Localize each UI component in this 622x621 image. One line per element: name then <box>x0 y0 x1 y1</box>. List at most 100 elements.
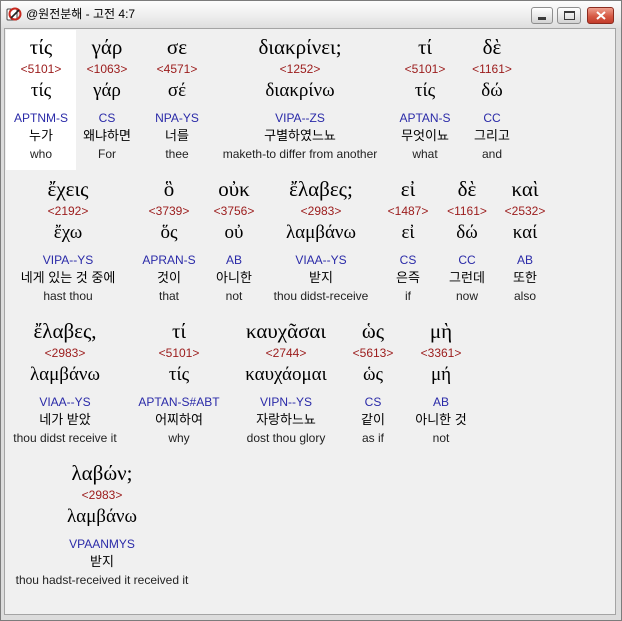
english-gloss: hast thou <box>43 289 93 303</box>
word-cell[interactable]: καὶ <2532> καί AB 또한 also <box>497 172 553 312</box>
korean-gloss: 또한 <box>513 270 537 285</box>
lemma: λαμβάνω <box>66 506 138 527</box>
english-gloss: thou didst-receive <box>273 289 369 303</box>
parsing-code: VIPN--YS <box>259 395 312 409</box>
word-cell[interactable]: δὲ <1161> δώ CC 그런데 now <box>439 172 495 312</box>
greek-word: τί <box>417 35 433 59</box>
greek-word: δὲ <box>457 177 477 201</box>
word-cell[interactable]: λαβών; <2983> λαμβάνω VPAANMYS 받지 thou h… <box>4 456 200 596</box>
parsing-code: AB <box>432 395 449 409</box>
close-icon <box>596 11 606 20</box>
word-cell[interactable]: ὃ <3739> ὅς APRAN-S 것이 that <box>134 172 204 312</box>
korean-gloss: 그런데 <box>449 270 485 285</box>
word-cell[interactable]: τί <5101> τίς APTAN-S 무엇이뇨 what <box>390 30 460 170</box>
english-gloss: now <box>455 289 478 303</box>
parsing-code: VIPA--YS <box>42 253 94 267</box>
word-cell[interactable]: εἰ <1487> εἰ CS 은즉 if <box>383 172 433 312</box>
word-cell[interactable]: ὡς <5613> ὡς CS 같이 as if <box>351 314 395 454</box>
strongs-number: <2532> <box>504 204 546 218</box>
word-cell[interactable]: καυχᾶσαι <2744> καυχάομαι VIPN--YS 자랑하느뇨… <box>236 314 336 454</box>
greek-word: ἔχεις <box>47 177 89 201</box>
greek-word: τί <box>171 319 187 343</box>
word-cell[interactable]: ἔλαβες, <2983> λαμβάνω VIAA--YS 네가 받았 th… <box>5 314 125 454</box>
parsing-code: VPAANMYS <box>69 537 135 551</box>
parsing-code: VIAA--YS <box>295 253 347 267</box>
lemma: δώ <box>456 222 478 243</box>
word-cell[interactable]: γάρ <1063> γάρ CS 왜냐하면 For <box>75 30 139 170</box>
korean-gloss: 누가 <box>29 128 53 143</box>
strongs-number: <2192> <box>47 204 89 218</box>
parsing-code: VIAA--YS <box>39 395 91 409</box>
verse-line: τίς <5101> τίς APTNM-S 누가 who γάρ <1063>… <box>4 30 616 170</box>
verse-line: ἔλαβες, <2983> λαμβάνω VIAA--YS 네가 받았 th… <box>4 314 616 454</box>
lemma: εἰ <box>401 222 415 243</box>
strongs-number: <1487> <box>387 204 429 218</box>
word-cell[interactable]: ἔχεις <2192> ἔχω VIPA--YS 네게 있는 것 중에 has… <box>7 172 129 312</box>
title-bar[interactable]: @원전분해 - 고전 4:7 <box>1 1 621 28</box>
parsing-code: APTAN-S <box>399 111 451 125</box>
word-cell[interactable]: οὐκ <3756> οὐ AB 아니한 not <box>204 172 264 312</box>
greek-word: δὲ <box>482 35 502 59</box>
english-gloss: if <box>405 289 411 303</box>
lemma: τίς <box>30 80 52 101</box>
greek-word: ὃ <box>163 177 175 201</box>
lemma: ὅς <box>160 222 178 243</box>
english-gloss: as if <box>361 431 384 445</box>
greek-word: διακρίνει; <box>258 35 342 59</box>
lemma: διακρίνω <box>265 80 335 101</box>
strongs-number: <5101> <box>20 62 62 76</box>
korean-gloss: 구별하였느뇨 <box>264 128 336 143</box>
english-gloss: For <box>98 147 116 161</box>
close-button[interactable] <box>587 7 614 24</box>
strongs-number: <1252> <box>279 62 321 76</box>
korean-gloss: 것이 <box>157 270 181 285</box>
parsing-code: APRAN-S <box>142 253 196 267</box>
parsing-code: CS <box>399 253 417 267</box>
strongs-number: <4571> <box>156 62 198 76</box>
word-cell[interactable]: σε <4571> σέ NPA-YS 너를 thee <box>142 30 212 170</box>
app-window: @원전분해 - 고전 4:7 τίς <5101> τίς APTNM-S 누가… <box>0 0 622 621</box>
english-gloss: not <box>432 431 450 445</box>
lemma: τίς <box>414 80 436 101</box>
word-cell[interactable]: ἔλαβες; <2983> λαμβάνω VIAA--YS 받지 thou … <box>266 172 376 312</box>
maximize-button[interactable] <box>557 7 581 24</box>
english-gloss: why <box>168 431 190 445</box>
english-gloss: not <box>225 289 243 303</box>
greek-word: ἔλαβες; <box>289 177 353 201</box>
lemma: καί <box>512 222 538 243</box>
greek-word: οὐκ <box>218 177 250 201</box>
english-gloss: also <box>513 289 536 303</box>
maximize-icon <box>564 11 575 20</box>
korean-gloss: 그리고 <box>474 128 510 143</box>
word-cell[interactable]: διακρίνει; <1252> διακρίνω VIPA--ZS 구별하였… <box>212 30 388 170</box>
minimize-button[interactable] <box>531 7 553 24</box>
verse-line: ἔχεις <2192> ἔχω VIPA--YS 네게 있는 것 중에 has… <box>4 172 616 312</box>
minimize-icon <box>538 17 546 20</box>
greek-word: καυχᾶσαι <box>245 319 327 343</box>
word-cell[interactable]: μὴ <3361> μή AB 아니한 것 not <box>406 314 476 454</box>
window-title: @원전분해 - 고전 4:7 <box>26 7 136 21</box>
word-cell[interactable]: τί <5101> τίς APTAN-S#ABT 어찌하여 why <box>131 314 227 454</box>
app-icon[interactable] <box>6 6 22 22</box>
strongs-number: <5101> <box>158 346 200 360</box>
word-cell[interactable]: τίς <5101> τίς APTNM-S 누가 who <box>6 30 76 170</box>
korean-gloss: 받지 <box>309 270 333 285</box>
lemma: γάρ <box>93 80 121 101</box>
strongs-number: <5613> <box>352 346 394 360</box>
english-gloss: thee <box>165 147 189 161</box>
korean-gloss: 은즉 <box>396 270 420 285</box>
korean-gloss: 아니한 <box>216 270 252 285</box>
strongs-number: <1063> <box>86 62 128 76</box>
korean-gloss: 아니한 것 <box>415 412 467 427</box>
word-cell[interactable]: δὲ <1161> δώ CC 그리고 and <box>462 30 522 170</box>
greek-word: γάρ <box>91 35 123 59</box>
parsing-code: CC <box>483 111 501 125</box>
parsing-code: CC <box>458 253 476 267</box>
greek-word: τίς <box>29 35 53 59</box>
interlinear-view[interactable]: τίς <5101> τίς APTNM-S 누가 who γάρ <1063>… <box>4 28 616 615</box>
english-gloss: what <box>412 147 438 161</box>
lemma: μή <box>430 364 452 385</box>
english-gloss: who <box>29 147 52 161</box>
verse-line: λαβών; <2983> λαμβάνω VPAANMYS 받지 thou h… <box>4 456 616 596</box>
lemma: δώ <box>481 80 503 101</box>
